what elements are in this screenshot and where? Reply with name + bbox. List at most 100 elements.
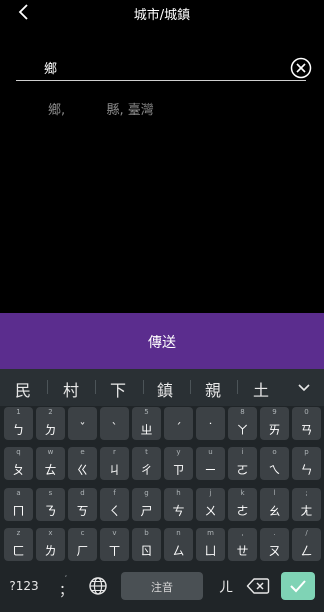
punctuation-key-label: ； xyxy=(59,583,73,599)
keyboard-key[interactable]: 1ㄅ xyxy=(4,407,33,440)
key-hint: 1 xyxy=(16,408,21,416)
keyboard-key[interactable]: ˊ xyxy=(164,407,193,440)
keyboard-key[interactable]: nㄙ xyxy=(164,528,193,561)
key-glyph: ㄟ xyxy=(268,463,281,477)
keyboard-key[interactable]: vㄒ xyxy=(100,528,129,561)
keyboard-key[interactable]: tㄔ xyxy=(132,447,161,480)
search-input[interactable]: 鄉 xyxy=(44,58,57,77)
key-hint: i xyxy=(241,448,244,456)
key-glyph: ㄇ xyxy=(12,504,25,518)
keyboard-key[interactable]: 2ㄉ xyxy=(36,407,65,440)
chevron-down-icon xyxy=(298,384,310,392)
key-glyph: ㄈ xyxy=(12,544,25,558)
send-button[interactable]: 傳送 xyxy=(0,313,324,369)
candidate-item[interactable]: 村 xyxy=(63,377,79,401)
key-hint: n xyxy=(176,529,181,537)
app-header: 城市/城鎮 xyxy=(0,0,324,26)
keyboard-key[interactable]: jㄨ xyxy=(196,488,225,521)
key-hint: 9 xyxy=(272,408,277,416)
keyboard-key[interactable]: uㄧ xyxy=(196,447,225,480)
key-glyph: ㄛ xyxy=(236,463,249,477)
keyboard-key[interactable]: oㄟ xyxy=(260,447,289,480)
key-glyph: ㄧ xyxy=(204,463,217,477)
punctuation-key-hint: , xyxy=(64,570,68,578)
candidate-item[interactable]: 土 xyxy=(253,377,269,401)
key-hint: y xyxy=(176,448,181,456)
key-glyph: ㄎ xyxy=(76,504,89,518)
key-glyph: ㄒ xyxy=(108,544,121,558)
keyboard-key[interactable]: lㄠ xyxy=(260,488,289,521)
keyboard-key[interactable]: pㄣ xyxy=(292,447,321,480)
candidate-item[interactable]: 民 xyxy=(15,377,31,401)
keyboard-key[interactable]: 8ㄚ xyxy=(228,407,257,440)
candidate-divider xyxy=(237,380,238,394)
keyboard-key[interactable]: aㄇ xyxy=(4,488,33,521)
key-hint: l xyxy=(273,489,276,497)
keyboard-key[interactable]: zㄈ xyxy=(4,528,33,561)
key-glyph: ㄡ xyxy=(268,544,281,558)
keyboard-key[interactable]: cㄏ xyxy=(68,528,97,561)
key-glyph: ㄏ xyxy=(76,544,89,558)
keyboard-key[interactable]: eㄍ xyxy=(68,447,97,480)
keyboard-key[interactable]: gㄕ xyxy=(132,488,161,521)
key-glyph: ㄣ xyxy=(300,463,313,477)
symbols-key[interactable]: ?123 xyxy=(2,572,46,600)
keyboard-key[interactable]: .ㄡ xyxy=(260,528,289,561)
suggestion-item[interactable]: 鄉, 縣, 臺灣 xyxy=(48,99,154,118)
key-hint: e xyxy=(80,448,85,456)
key-hint: x xyxy=(48,529,53,537)
keyboard-key[interactable]: dㄎ xyxy=(68,488,97,521)
candidate-divider xyxy=(95,380,96,394)
key-glyph: ˋ xyxy=(111,421,118,435)
key-hint: / xyxy=(305,529,308,537)
punctuation-key[interactable]: , ； xyxy=(50,569,82,602)
candidate-item[interactable]: 下 xyxy=(110,377,126,401)
keyboard-key[interactable]: fㄑ xyxy=(100,488,129,521)
keyboard-key[interactable]: bㄖ xyxy=(132,528,161,561)
keyboard-key[interactable]: 0ㄢ xyxy=(292,407,321,440)
keyboard-key[interactable]: kㄜ xyxy=(228,488,257,521)
keyboard-key[interactable]: ˙ xyxy=(196,407,225,440)
keyboard-key[interactable]: 5ㄓ xyxy=(132,407,161,440)
enter-key[interactable] xyxy=(281,572,315,600)
er-key[interactable]: ㄦ xyxy=(212,572,240,600)
keyboard-key[interactable]: iㄛ xyxy=(228,447,257,480)
keyboard-key[interactable]: wㄊ xyxy=(36,447,65,480)
keyboard-key[interactable]: ; ㄤ xyxy=(292,488,321,521)
keyboard-key[interactable]: / ㄥ xyxy=(292,528,321,561)
search-underline xyxy=(16,80,306,81)
keyboard-key[interactable]: ˇ xyxy=(68,407,97,440)
key-hint: g xyxy=(144,489,149,497)
key-glyph: ㄞ xyxy=(268,423,281,437)
clear-circle-x-icon xyxy=(290,57,312,79)
keyboard-key[interactable]: ,ㄝ xyxy=(228,528,257,561)
keyboard-key[interactable]: yㄗ xyxy=(164,447,193,480)
key-glyph: ㄍ xyxy=(76,463,89,477)
key-hint: k xyxy=(240,489,245,497)
key-hint: u xyxy=(208,448,213,456)
keyboard-key[interactable]: ˋ xyxy=(100,407,129,440)
candidate-bar: 民 村 下 鎮 親 土 xyxy=(0,369,324,406)
keyboard-key[interactable]: 9ㄞ xyxy=(260,407,289,440)
key-hint: v xyxy=(112,529,117,537)
keyboard-key[interactable]: sㄋ xyxy=(36,488,65,521)
key-hint: z xyxy=(16,529,21,537)
globe-icon xyxy=(89,577,107,595)
key-glyph: ㄥ xyxy=(300,544,313,558)
check-icon xyxy=(290,580,306,593)
expand-candidates-button[interactable] xyxy=(296,379,312,395)
keyboard-key[interactable]: rㄐ xyxy=(100,447,129,480)
backspace-key[interactable] xyxy=(243,572,273,600)
keyboard-key[interactable]: hㄘ xyxy=(164,488,193,521)
candidate-item[interactable]: 鎮 xyxy=(157,377,173,401)
space-key[interactable]: 注音 xyxy=(121,572,203,600)
key-glyph: ㄓ xyxy=(140,423,153,437)
candidate-item[interactable]: 親 xyxy=(205,377,221,401)
key-hint: ; xyxy=(305,489,308,497)
clear-button[interactable] xyxy=(290,57,312,79)
keyboard-key[interactable]: mㄩ xyxy=(196,528,225,561)
keyboard-key[interactable]: xㄌ xyxy=(36,528,65,561)
language-key[interactable] xyxy=(85,572,111,600)
keyboard-key[interactable]: qㄆ xyxy=(4,447,33,480)
key-hint: c xyxy=(80,529,85,537)
